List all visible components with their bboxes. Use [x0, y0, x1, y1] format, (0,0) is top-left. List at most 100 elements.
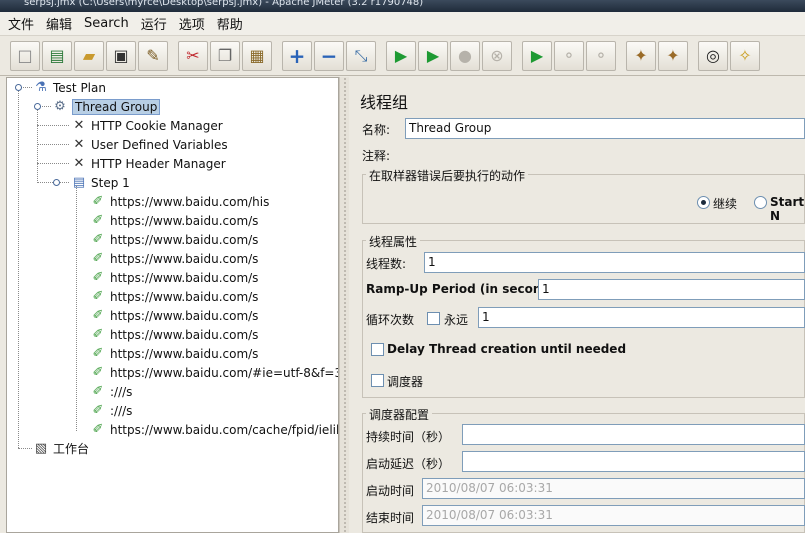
tree-node-label: :///s	[110, 384, 133, 399]
start-button[interactable]: ▶	[386, 40, 416, 71]
remote-stop-button[interactable]: ⚬	[554, 40, 584, 71]
tree-node-label: HTTP Cookie Manager	[91, 118, 223, 133]
shutdown-button[interactable]: ⊗	[482, 40, 512, 71]
menu-help[interactable]: 帮助	[217, 14, 243, 33]
tree-node-label: https://www.baidu.com/s	[110, 289, 259, 304]
save-screenshot-button[interactable]: ✎	[138, 40, 168, 71]
menu-search[interactable]: Search	[84, 16, 129, 31]
tree-node-sampler[interactable]: ✐ https://www.baidu.com/s	[90, 230, 259, 249]
window-title-bar: serpsj.jmx (C:\Users\myrce\Desktop\serps…	[0, 0, 805, 12]
tree-node-sampler[interactable]: ✐ https://www.baidu.com/cache/fpid/ielib_…	[90, 420, 339, 439]
tree-node-cookie-manager[interactable]: ✕ HTTP Cookie Manager	[71, 116, 223, 135]
new-button[interactable]: □	[10, 40, 40, 71]
clear-button[interactable]: ✦	[626, 40, 656, 71]
tree-node-label: https://www.baidu.com/s	[110, 251, 259, 266]
start-time-field[interactable]: 2010/08/07 06:03:31	[422, 478, 805, 499]
open-button[interactable]: ▰	[74, 40, 104, 71]
tree-node-test-plan[interactable]: ⚗ Test Plan	[33, 78, 106, 97]
cut-icon: ✂	[186, 46, 200, 65]
pipette-icon: ✐	[92, 403, 104, 418]
menu-file[interactable]: 文件	[8, 14, 34, 33]
loop-count-label: 循环次数	[366, 313, 415, 327]
name-field[interactable]: Thread Group	[405, 118, 805, 139]
end-time-field[interactable]: 2010/08/07 06:03:31	[422, 505, 805, 526]
search-button[interactable]: ◎	[698, 40, 728, 71]
scheduler-label: 调度器	[387, 375, 424, 389]
pipette-icon: ✐	[92, 289, 104, 304]
reset-search-button[interactable]: ✧	[730, 40, 760, 71]
clear-all-icon: ✦	[666, 46, 680, 65]
startup-delay-label: 启动延迟（秒）	[366, 457, 451, 471]
templates-button[interactable]: ▤	[42, 40, 72, 71]
window-title: serpsj.jmx (C:\Users\myrce\Desktop\serps…	[24, 0, 424, 8]
stop-button[interactable]: ●	[450, 40, 480, 71]
paste-button[interactable]: ▦	[242, 40, 272, 71]
tree-node-sampler[interactable]: ✐ https://www.baidu.com/s	[90, 268, 259, 287]
tree-node-sampler[interactable]: ✐ https://www.baidu.com/s	[90, 211, 259, 230]
start-next-radio[interactable]	[754, 196, 767, 209]
clear-all-button[interactable]: ✦	[658, 40, 688, 71]
pipette-icon: ✐	[92, 232, 104, 247]
split-pane-divider[interactable]	[339, 77, 349, 533]
start-icon: ▶	[394, 46, 408, 65]
tree-node-label: https://www.baidu.com/cache/fpid/ielib_0	[110, 422, 339, 437]
tree-node-label: Step 1	[91, 175, 130, 190]
menu-options[interactable]: 选项	[179, 14, 205, 33]
remote-shutdown-icon: ⚬	[594, 46, 608, 65]
tree-node-label: https://www.baidu.com/s	[110, 346, 259, 361]
threads-field[interactable]: 1	[424, 252, 805, 273]
tree-node-sampler[interactable]: ✐ https://www.baidu.com/s	[90, 287, 259, 306]
menu-run[interactable]: 运行	[141, 14, 167, 33]
reset-search-icon: ✧	[738, 46, 752, 65]
save-screenshot-icon: ✎	[146, 46, 160, 65]
tree-node-step-1[interactable]: ▤ Step 1	[71, 173, 130, 192]
menu-edit[interactable]: 编辑	[46, 14, 72, 33]
remote-shutdown-button[interactable]: ⚬	[586, 40, 616, 71]
tree-node-sampler[interactable]: ✐ https://www.baidu.com/s	[90, 344, 259, 363]
forever-checkbox[interactable]	[427, 312, 440, 325]
copy-button[interactable]: ❐	[210, 40, 240, 71]
tree-node-thread-group[interactable]: ⚙ Thread Group	[52, 97, 161, 116]
cut-button[interactable]: ✂	[178, 40, 208, 71]
start-no-pauses-button[interactable]: ▶	[418, 40, 448, 71]
pipette-icon: ✐	[92, 365, 104, 380]
toggle-button[interactable]: ⤡	[346, 40, 376, 71]
startup-delay-field[interactable]	[462, 451, 805, 472]
continue-radio-label: 继续	[713, 197, 738, 211]
save-button[interactable]: ▣	[106, 40, 136, 71]
scheduler-checkbox[interactable]	[371, 374, 384, 387]
tree-node-sampler[interactable]: ✐ https://www.baidu.com/s	[90, 249, 259, 268]
tree-node-sampler[interactable]: ✐ https://www.baidu.com/his	[90, 192, 270, 211]
tree-node-sampler[interactable]: ✐:///s	[90, 382, 133, 401]
new-icon: □	[17, 46, 33, 65]
collapse-button[interactable]: −	[314, 40, 344, 71]
loop-count-field[interactable]: 1	[478, 307, 805, 328]
tree-node-sampler[interactable]: ✐ https://www.baidu.com/#ie=utf-8&f=3&rsv	[90, 363, 338, 382]
expand-button[interactable]: +	[282, 40, 312, 71]
test-plan-tree[interactable]: ⚗ Test Plan ⚙ Thread Group ✕ HTTP Cookie…	[6, 77, 339, 533]
clear-icon: ✦	[634, 46, 648, 65]
rampup-field[interactable]: 1	[538, 279, 805, 300]
tree-node-label: https://www.baidu.com/#ie=utf-8&f=3&rsv	[110, 365, 338, 380]
remote-start-button[interactable]: ▶	[522, 40, 552, 71]
tree-node-header-manager[interactable]: ✕ HTTP Header Manager	[71, 154, 226, 173]
threads-label: 线程数:	[366, 257, 407, 271]
pipette-icon: ✐	[92, 251, 104, 266]
tree-node-sampler[interactable]: ✐ https://www.baidu.com/s	[90, 306, 259, 325]
pipette-icon: ✐	[92, 194, 104, 209]
delay-thread-checkbox[interactable]	[371, 343, 384, 356]
workbench-icon: ▧	[34, 441, 48, 456]
tree-node-sampler[interactable]: ✐ https://www.baidu.com/s	[90, 325, 259, 344]
templates-icon: ▤	[49, 46, 65, 65]
tree-node-sampler[interactable]: ✐:///s	[90, 401, 133, 420]
gear-icon: ⚙	[54, 99, 66, 114]
continue-radio[interactable]	[697, 196, 710, 209]
duration-field[interactable]	[462, 424, 805, 445]
tree-node-label: https://www.baidu.com/s	[110, 270, 259, 285]
duration-label: 持续时间（秒）	[366, 430, 451, 444]
remote-start-icon: ▶	[530, 46, 544, 65]
tree-node-user-defined-variables[interactable]: ✕ User Defined Variables	[71, 135, 228, 154]
tree-node-label: User Defined Variables	[91, 137, 228, 152]
delay-thread-label: Delay Thread creation until needed	[387, 342, 627, 356]
tree-node-workbench[interactable]: ▧ 工作台	[33, 439, 89, 458]
